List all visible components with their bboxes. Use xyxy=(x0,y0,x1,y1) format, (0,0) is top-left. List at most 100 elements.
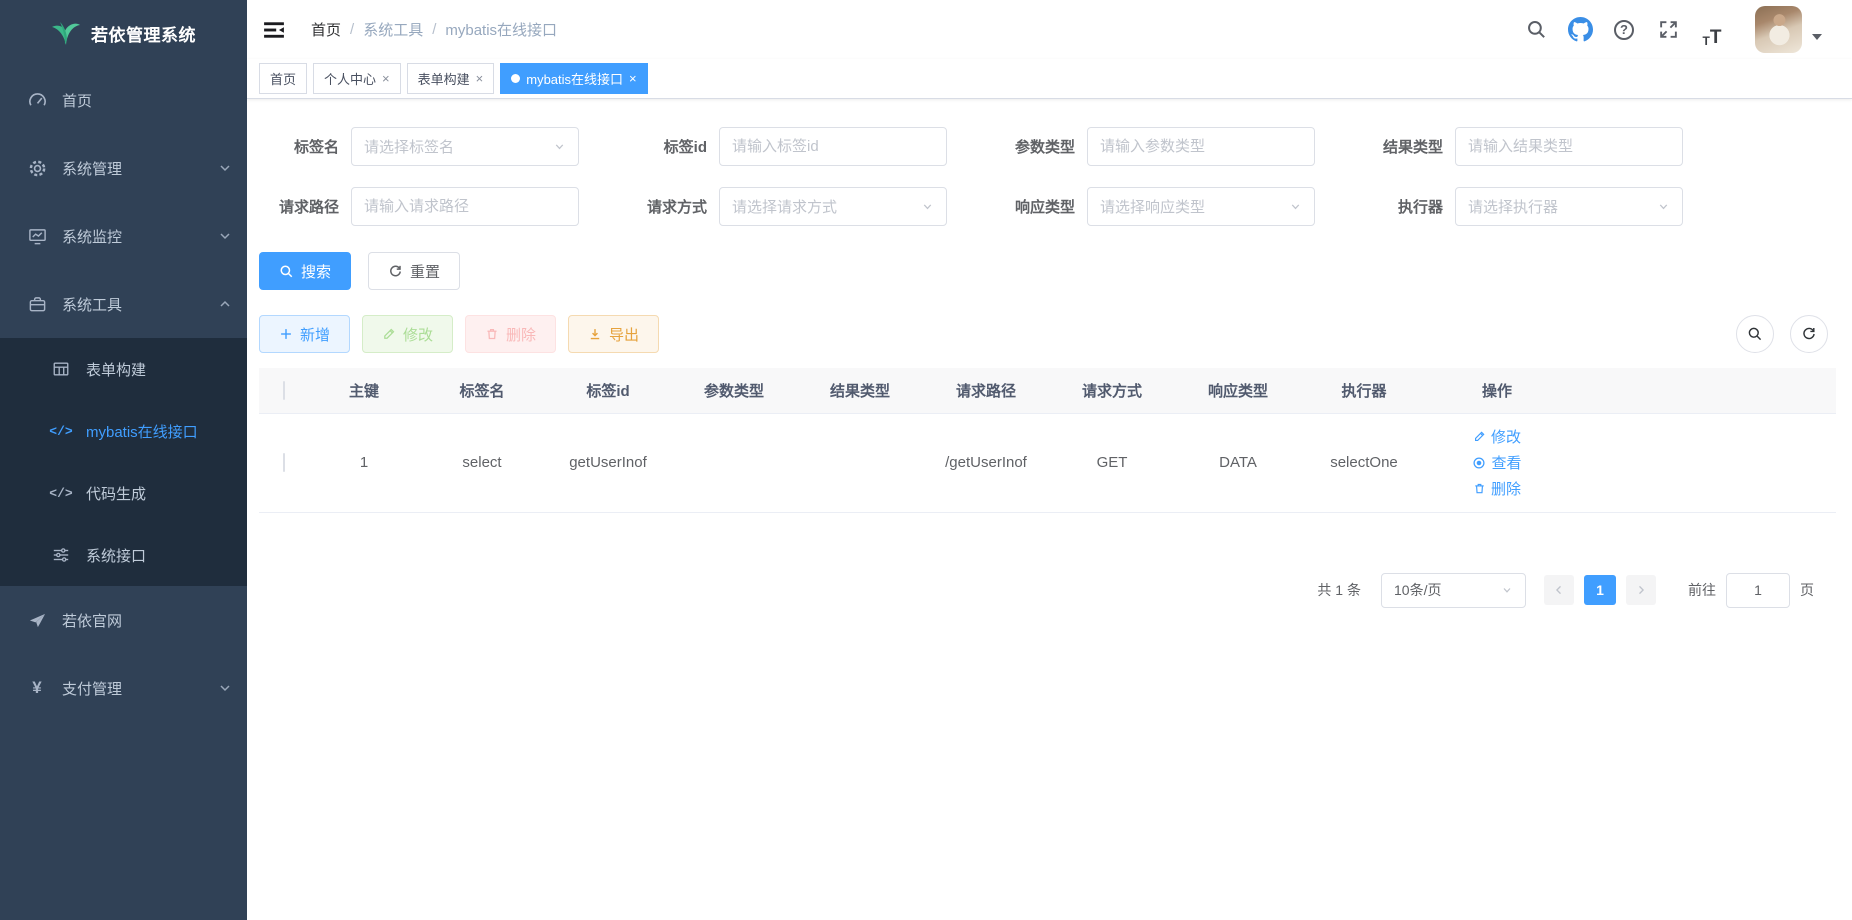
help-icon[interactable]: ? xyxy=(1607,13,1641,47)
filter-result-type: 结果类型 xyxy=(1363,127,1683,166)
close-icon[interactable]: × xyxy=(382,72,390,85)
reset-button[interactable]: 重置 xyxy=(368,252,460,290)
cell-result-type xyxy=(797,413,923,512)
search-button[interactable]: 搜索 xyxy=(259,252,351,290)
goto-page-input[interactable] xyxy=(1726,573,1790,608)
refresh-table-button[interactable] xyxy=(1790,315,1828,353)
tab-label: 首页 xyxy=(270,69,296,88)
filter-request-method: 请求方式 请选择请求方式 xyxy=(627,187,947,226)
sidebar-item-label: 支付管理 xyxy=(62,678,219,699)
active-tab-dot xyxy=(511,74,520,83)
tab-home[interactable]: 首页 xyxy=(259,63,307,94)
row-edit-link[interactable]: 修改 xyxy=(1473,426,1521,447)
page-size-select[interactable]: 10条/页 xyxy=(1381,573,1526,608)
chevron-down-icon xyxy=(921,200,934,213)
sidebar-item-label: 首页 xyxy=(62,90,231,111)
executor-select[interactable]: 请选择执行器 xyxy=(1455,187,1683,226)
plus-icon xyxy=(279,327,293,341)
field-label: 结果类型 xyxy=(1363,136,1443,157)
search-icon[interactable] xyxy=(1519,13,1553,47)
sidebar-item-label: mybatis在线接口 xyxy=(86,421,231,442)
sidebar-item-label: 若依官网 xyxy=(62,610,231,631)
breadcrumb-home[interactable]: 首页 xyxy=(311,19,341,40)
page-number-button[interactable]: 1 xyxy=(1584,575,1616,605)
request-method-select[interactable]: 请选择请求方式 xyxy=(719,187,947,226)
show-search-toggle-button[interactable] xyxy=(1736,315,1774,353)
prev-page-button[interactable] xyxy=(1544,575,1574,605)
tab-form-builder[interactable]: 表单构建 × xyxy=(407,63,495,94)
field-label: 执行器 xyxy=(1363,196,1443,217)
github-icon[interactable] xyxy=(1563,13,1597,47)
filter-request-path: 请求路径 xyxy=(259,187,579,226)
tags-view-bar: 首页 个人中心 × 表单构建 × mybatis在线接口 × xyxy=(247,59,1852,99)
delete-button[interactable]: 删除 xyxy=(465,315,556,353)
user-avatar[interactable] xyxy=(1755,6,1822,53)
question-mark-icon: ? xyxy=(1614,20,1634,40)
sidebar-submenu-system-tools: 表单构建 </> mybatis在线接口 </> 代码生成 系统接口 xyxy=(0,338,247,586)
sidebar-item-home[interactable]: 首页 xyxy=(0,66,247,134)
tab-mybatis-online-api[interactable]: mybatis在线接口 × xyxy=(500,63,647,94)
sidebar-item-system-manage[interactable]: 系统管理 xyxy=(0,134,247,202)
export-button[interactable]: 导出 xyxy=(568,315,659,353)
cell-path: /getUserInof xyxy=(923,413,1049,512)
col-header-tag-id: 标签id xyxy=(545,368,671,413)
edit-button[interactable]: 修改 xyxy=(362,315,453,353)
eye-icon xyxy=(1472,456,1486,470)
next-page-button[interactable] xyxy=(1626,575,1656,605)
page-size-value: 10条/页 xyxy=(1394,580,1441,600)
chevron-down-icon xyxy=(219,230,231,242)
gear-icon xyxy=(26,158,48,178)
col-header-response-type: 响应类型 xyxy=(1175,368,1301,413)
sliders-icon xyxy=(50,545,72,565)
sidebar-item-label: 系统监控 xyxy=(62,226,219,247)
sidebar-item-label: 代码生成 xyxy=(86,483,231,504)
response-type-select[interactable]: 请选择响应类型 xyxy=(1087,187,1315,226)
filter-row-1: 标签名 请选择标签名 标签id 参数类型 xyxy=(259,127,1836,166)
sidebar-item-system-tools[interactable]: 系统工具 xyxy=(0,270,247,338)
font-size-icon[interactable]: TT xyxy=(1695,13,1729,47)
sidebar-item-label: 系统管理 xyxy=(62,158,219,179)
data-table: 主键 标签名 标签id 参数类型 结果类型 请求路径 请求方式 响应类型 执行器… xyxy=(259,368,1836,513)
select-all-checkbox[interactable] xyxy=(283,381,285,400)
fullscreen-icon[interactable] xyxy=(1651,13,1685,47)
tab-profile[interactable]: 个人中心 × xyxy=(313,63,401,94)
request-path-input[interactable] xyxy=(351,187,579,226)
param-type-input[interactable] xyxy=(1087,127,1315,166)
chevron-down-icon xyxy=(219,682,231,694)
yen-icon: ¥ xyxy=(26,678,48,698)
goto-label: 前往 xyxy=(1688,580,1716,600)
row-checkbox[interactable] xyxy=(283,453,285,472)
tag-name-select[interactable]: 请选择标签名 xyxy=(351,127,579,166)
row-view-link[interactable]: 查看 xyxy=(1472,452,1521,473)
row-delete-link[interactable]: 删除 xyxy=(1473,478,1521,499)
navbar-actions: ? TT xyxy=(1509,6,1822,53)
sidebar-item-payment-manage[interactable]: ¥ 支付管理 xyxy=(0,654,247,722)
sidebar: 若依管理系统 首页 系统管理 xyxy=(0,0,247,920)
field-label: 响应类型 xyxy=(995,196,1075,217)
result-type-input[interactable] xyxy=(1455,127,1683,166)
sidebar-item-system-api[interactable]: 系统接口 xyxy=(0,524,247,586)
tab-label: 表单构建 xyxy=(418,69,470,88)
pagination: 共 1 条 10条/页 1 前往 页 xyxy=(259,573,1836,608)
sidebar-item-code-generator[interactable]: </> 代码生成 xyxy=(0,462,247,524)
refresh-icon xyxy=(388,264,403,279)
sidebar-item-mybatis-online-api[interactable]: </> mybatis在线接口 xyxy=(0,400,247,462)
sidebar-toggle-icon[interactable] xyxy=(261,17,287,43)
sidebar-item-system-monitor[interactable]: 系统监控 xyxy=(0,202,247,270)
edit-icon xyxy=(1473,430,1486,443)
close-icon[interactable]: × xyxy=(629,72,637,85)
select-placeholder: 请选择请求方式 xyxy=(732,196,837,217)
paper-plane-icon xyxy=(26,610,48,630)
cell-id: 1 xyxy=(309,413,419,512)
sidebar-item-label: 系统接口 xyxy=(86,545,231,566)
sidebar-item-form-builder[interactable]: 表单构建 xyxy=(0,338,247,400)
close-icon[interactable]: × xyxy=(476,72,484,85)
monitor-icon xyxy=(26,226,48,246)
sidebar-item-ruoyi-website[interactable]: 若依官网 xyxy=(0,586,247,654)
cell-executor: selectOne xyxy=(1301,413,1427,512)
col-header-method: 请求方式 xyxy=(1049,368,1175,413)
add-button[interactable]: 新增 xyxy=(259,315,350,353)
sidebar-item-label: 表单构建 xyxy=(86,359,231,380)
tag-id-input[interactable] xyxy=(719,127,947,166)
field-label: 标签id xyxy=(627,136,707,157)
